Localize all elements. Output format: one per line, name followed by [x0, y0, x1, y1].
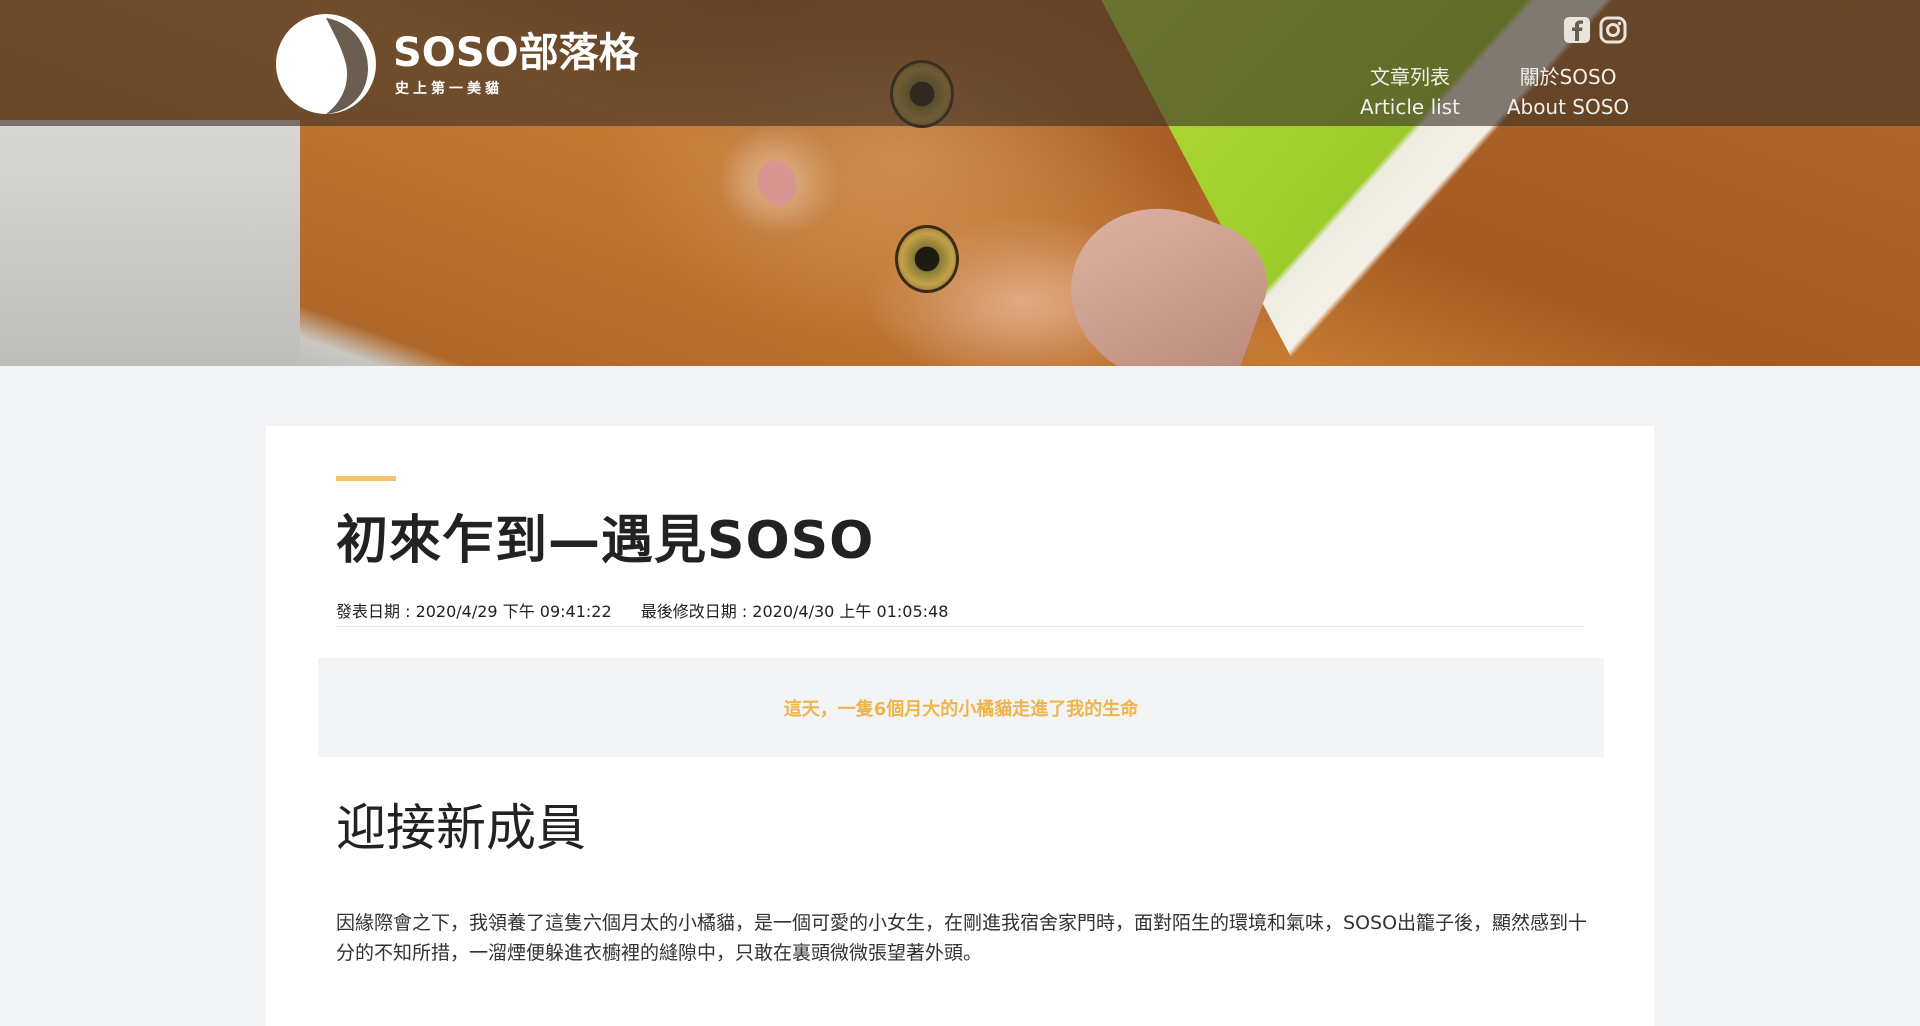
- nav-about-soso-zh: 關於SOSO: [1519, 65, 1617, 89]
- title-accent-line: [336, 476, 396, 481]
- instagram-icon[interactable]: [1599, 16, 1627, 44]
- section-heading: 迎接新成員: [336, 799, 586, 857]
- nav-about-soso[interactable]: 關於SOSO About SOSO: [1502, 62, 1634, 122]
- article-quote: 這天，一隻6個月大的小橘貓走進了我的生命: [318, 658, 1604, 757]
- nav-article-list-zh: 文章列表: [1370, 65, 1450, 89]
- cat-logo-icon[interactable]: [272, 12, 380, 116]
- article-paragraph: 因緣際會之下，我領養了這隻六個月太的小橘貓，是一個可愛的小女生，在剛進我宿舍家門…: [336, 912, 1588, 964]
- article-title: 初來乍到—遇見SOSO: [336, 511, 875, 571]
- brand-title[interactable]: SOSO部落格: [393, 20, 639, 78]
- hero-photo-wall: [0, 120, 300, 366]
- nav-article-list-en: Article list: [1360, 95, 1460, 119]
- hero-banner: SOSO部落格 史上第一美貓 文章列表 Article list 關於SOSO …: [0, 0, 1920, 366]
- nav-article-list[interactable]: 文章列表 Article list: [1355, 62, 1465, 122]
- hero-photo-nose: [751, 154, 803, 212]
- modified-date: 最後修改日期 : 2020/4/30 上午 01:05:48: [640, 602, 949, 621]
- article-meta: 發表日期 : 2020/4/29 下午 09:41:22 最後修改日期 : 20…: [336, 598, 972, 622]
- facebook-icon[interactable]: [1563, 16, 1591, 44]
- hero-photo-eye: [895, 225, 959, 293]
- article-card: 初來乍到—遇見SOSO 發表日期 : 2020/4/29 下午 09:41:22…: [266, 426, 1654, 1026]
- meta-divider: [336, 626, 1584, 627]
- top-navbar: SOSO部落格 史上第一美貓 文章列表 Article list 關於SOSO …: [0, 0, 1920, 126]
- nav-about-soso-en: About SOSO: [1506, 95, 1630, 119]
- published-date: 發表日期 : 2020/4/29 下午 09:41:22: [336, 602, 612, 621]
- brand-subtitle: 史上第一美貓: [395, 81, 503, 97]
